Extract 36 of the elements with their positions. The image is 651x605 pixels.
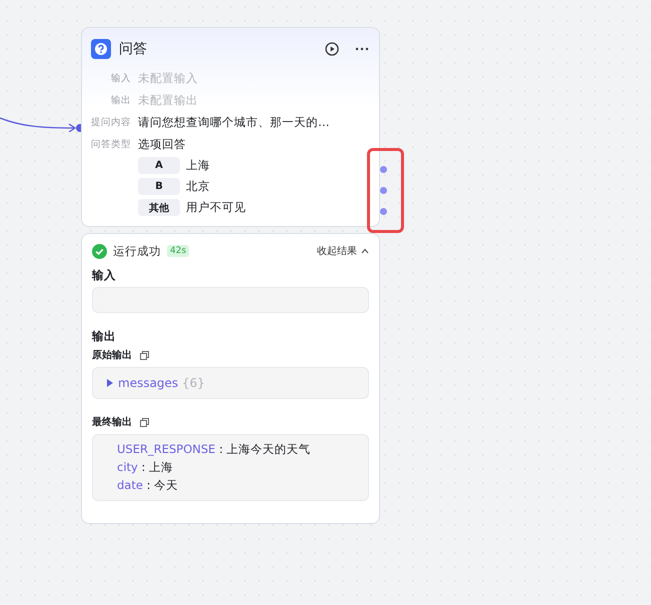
qa-node-card[interactable]: 问答 输入 未配置输入 输出 未配置输出 提问内容 请问您想查询哪个城市、那一天的… 问答类型 选项回答 A 上海 B 北京 其他 用户不可见: [81, 27, 380, 227]
field-label: 提问内容: [91, 116, 131, 128]
field-value: 未配置输出: [138, 92, 198, 108]
json-entry: city : 上海: [117, 460, 174, 475]
field-value: 选项回答: [138, 136, 186, 152]
copy-icon[interactable]: [140, 350, 149, 360]
option-key-tag: 其他: [138, 199, 180, 216]
caret-icon: [361, 248, 369, 254]
field-label: 输出: [110, 94, 131, 106]
option-text: 上海: [186, 158, 210, 173]
field-label: 问答类型: [91, 138, 131, 150]
play-icon[interactable]: [325, 42, 339, 56]
section-title: 输出: [92, 329, 117, 344]
output-port[interactable]: [380, 166, 387, 173]
question-icon: [91, 39, 111, 59]
option-key-tag: B: [138, 178, 180, 195]
copy-icon[interactable]: [140, 418, 149, 426]
json-entry[interactable]: messages {6}: [118, 376, 205, 390]
output-port[interactable]: [380, 187, 387, 194]
output-port[interactable]: [380, 208, 387, 215]
field-value: 请问您想查询哪个城市、那一天的…: [138, 114, 330, 130]
output-label: 原始输出: [92, 348, 132, 362]
node-title: 问答: [119, 40, 148, 58]
json-entry: date : 今天: [117, 478, 180, 493]
run-status: 运行成功: [113, 244, 161, 258]
duration-badge: 42s: [167, 245, 190, 257]
section-title: 输入: [92, 268, 117, 283]
field-value: 未配置输入: [138, 70, 198, 86]
output-label: 最终输出: [92, 416, 132, 429]
collapse-results-button[interactable]: 收起结果: [317, 244, 369, 258]
option-text: 用户不可见: [186, 200, 246, 215]
field-label: 输入: [110, 72, 131, 84]
json-entry: USER_RESPONSE : 上海今天的天气: [117, 442, 312, 457]
expand-caret-icon[interactable]: [107, 379, 113, 387]
option-key-tag: A: [138, 157, 180, 174]
option-text: 北京: [186, 179, 210, 194]
